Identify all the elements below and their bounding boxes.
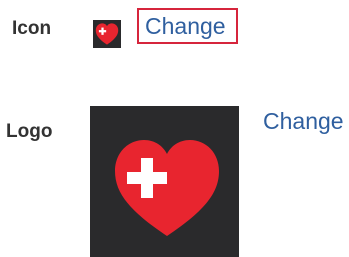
logo-label: Logo	[6, 121, 53, 142]
icon-change-link[interactable]: Change	[137, 8, 238, 44]
logo-preview	[90, 106, 239, 257]
heart-plus-icon	[95, 23, 119, 45]
logo-change-link[interactable]: Change	[263, 108, 344, 134]
icon-label: Icon	[12, 18, 52, 39]
icon-preview	[93, 20, 121, 48]
heart-plus-icon	[115, 140, 219, 236]
